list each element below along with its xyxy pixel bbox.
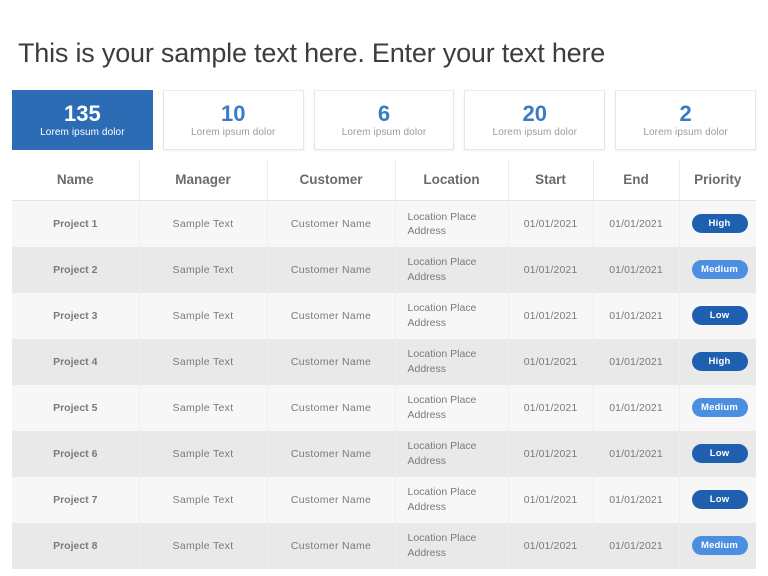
- table-row[interactable]: Project 1 Sample Text Customer Name Locatio…: [12, 200, 756, 247]
- customer-name: Customer Name: [267, 246, 396, 293]
- kpi-value: 6: [377, 100, 391, 126]
- location-address: Location Place Address: [395, 338, 509, 385]
- project-name: Project 7: [12, 476, 140, 523]
- project-name: Project 6: [12, 430, 140, 477]
- manager-name: Sample Text: [139, 430, 268, 477]
- customer-name: Customer Name: [267, 384, 396, 431]
- end-date: 01/01/2021: [593, 476, 680, 523]
- priority-badge[interactable]: Low: [691, 306, 748, 325]
- column-header-name[interactable]: Name: [12, 159, 140, 201]
- priority-badge[interactable]: Medium: [691, 260, 748, 279]
- customer-name: Customer Name: [267, 430, 396, 477]
- end-date: 01/01/2021: [593, 292, 680, 339]
- project-name: Project 8: [12, 522, 140, 569]
- priority-badge[interactable]: Medium: [691, 398, 748, 417]
- table-row[interactable]: Project 5 Sample Text Customer Name Locatio…: [12, 384, 756, 431]
- kpi-value: 10: [220, 100, 246, 126]
- priority-cell: Low: [679, 477, 756, 523]
- start-date: 01/01/2021: [508, 522, 594, 569]
- column-header-customer[interactable]: Customer: [267, 159, 396, 201]
- location-address: Location Place Address: [395, 430, 509, 477]
- kpi-value: 135: [64, 100, 101, 126]
- kpi-card-3[interactable]: 6 Lorem ipsum dolor: [313, 90, 455, 150]
- priority-cell: High: [679, 201, 756, 247]
- project-name: Project 2: [12, 246, 140, 293]
- kpi-label: Lorem ipsum dolor: [190, 127, 276, 139]
- column-header-end[interactable]: End: [593, 159, 680, 201]
- table-row[interactable]: Project 2 Sample Text Customer Name Locatio…: [12, 246, 756, 293]
- table-row[interactable]: Project 6 Sample Text Customer Name Locatio…: [12, 430, 756, 477]
- priority-badge[interactable]: High: [691, 352, 748, 371]
- kpi-label: Lorem ipsum dolor: [40, 127, 125, 139]
- priority-cell: Medium: [679, 523, 756, 569]
- customer-name: Customer Name: [267, 292, 396, 339]
- column-header-location[interactable]: Location: [395, 159, 509, 201]
- location-address: Location Place Address: [395, 246, 509, 293]
- priority-badge[interactable]: Low: [691, 490, 748, 509]
- project-name: Project 3: [12, 292, 140, 339]
- end-date: 01/01/2021: [593, 200, 680, 247]
- priority-badge[interactable]: Medium: [691, 536, 748, 555]
- kpi-label: Lorem ipsum dolor: [643, 127, 728, 139]
- kpi-card-5[interactable]: 2 Lorem ipsum dolor: [615, 90, 756, 150]
- location-address: Location Place Address: [395, 384, 509, 431]
- location-address: Location Place Address: [395, 292, 509, 339]
- manager-name: Sample Text: [139, 522, 268, 569]
- project-name: Project 4: [12, 338, 140, 385]
- column-header-start[interactable]: Start: [508, 159, 594, 201]
- priority-badge[interactable]: Low: [691, 444, 748, 463]
- table-row[interactable]: Project 4 Sample Text Customer Name Locatio…: [12, 338, 756, 385]
- table-header-row: Name Manager Customer Location Start End Prior…: [12, 159, 756, 201]
- priority-cell: Low: [679, 431, 756, 477]
- end-date: 01/01/2021: [593, 246, 680, 293]
- kpi-value: 20: [522, 100, 548, 126]
- customer-name: Customer Name: [267, 338, 396, 385]
- customer-name: Customer Name: [267, 200, 396, 247]
- start-date: 01/01/2021: [508, 384, 594, 431]
- project-name: Project 5: [12, 384, 140, 431]
- project-name: Project 1: [12, 200, 140, 247]
- manager-name: Sample Text: [139, 246, 268, 293]
- page-title: This is your sample text here. Enter you…: [18, 38, 606, 69]
- priority-cell: Medium: [679, 385, 756, 431]
- table-row[interactable]: Project 8 Sample Text Customer Name Locatio…: [12, 522, 756, 569]
- priority-cell: Medium: [679, 247, 756, 293]
- column-header-priority[interactable]: Priority: [679, 159, 756, 201]
- customer-name: Customer Name: [267, 476, 396, 523]
- start-date: 01/01/2021: [508, 338, 594, 385]
- location-address: Location Place Address: [395, 200, 509, 247]
- start-date: 01/01/2021: [508, 292, 594, 339]
- end-date: 01/01/2021: [593, 522, 680, 569]
- start-date: 01/01/2021: [508, 246, 594, 293]
- end-date: 01/01/2021: [593, 384, 680, 431]
- manager-name: Sample Text: [139, 200, 268, 247]
- priority-cell: Low: [679, 293, 756, 339]
- kpi-label: Lorem ipsum dolor: [492, 127, 578, 139]
- location-address: Location Place Address: [395, 522, 509, 569]
- start-date: 01/01/2021: [508, 476, 594, 523]
- start-date: 01/01/2021: [508, 430, 594, 477]
- end-date: 01/01/2021: [593, 338, 680, 385]
- kpi-label: Lorem ipsum dolor: [341, 127, 427, 139]
- priority-badge[interactable]: High: [691, 214, 748, 234]
- kpi-card-strip: 135 Lorem ipsum dolor 10 Lorem ipsum dolor 6…: [12, 90, 756, 150]
- manager-name: Sample Text: [139, 338, 268, 385]
- end-date: 01/01/2021: [593, 430, 680, 477]
- table-row[interactable]: Project 3 Sample Text Customer Name Locatio…: [12, 292, 756, 339]
- kpi-value: 2: [679, 100, 692, 126]
- kpi-card-4[interactable]: 20 Lorem ipsum dolor: [464, 90, 606, 150]
- start-date: 01/01/2021: [508, 200, 594, 247]
- project-table: Name Manager Customer Location Start End Prior…: [12, 159, 756, 569]
- location-address: Location Place Address: [395, 476, 509, 523]
- manager-name: Sample Text: [139, 292, 268, 339]
- manager-name: Sample Text: [139, 476, 268, 523]
- kpi-card-1[interactable]: 135 Lorem ipsum dolor: [12, 90, 153, 150]
- manager-name: Sample Text: [139, 384, 268, 431]
- priority-cell: High: [679, 339, 756, 385]
- customer-name: Customer Name: [267, 522, 396, 569]
- table-row[interactable]: Project 7 Sample Text Customer Name Locatio…: [12, 476, 756, 523]
- kpi-card-2[interactable]: 10 Lorem ipsum dolor: [162, 90, 304, 150]
- column-header-manager[interactable]: Manager: [139, 159, 268, 201]
